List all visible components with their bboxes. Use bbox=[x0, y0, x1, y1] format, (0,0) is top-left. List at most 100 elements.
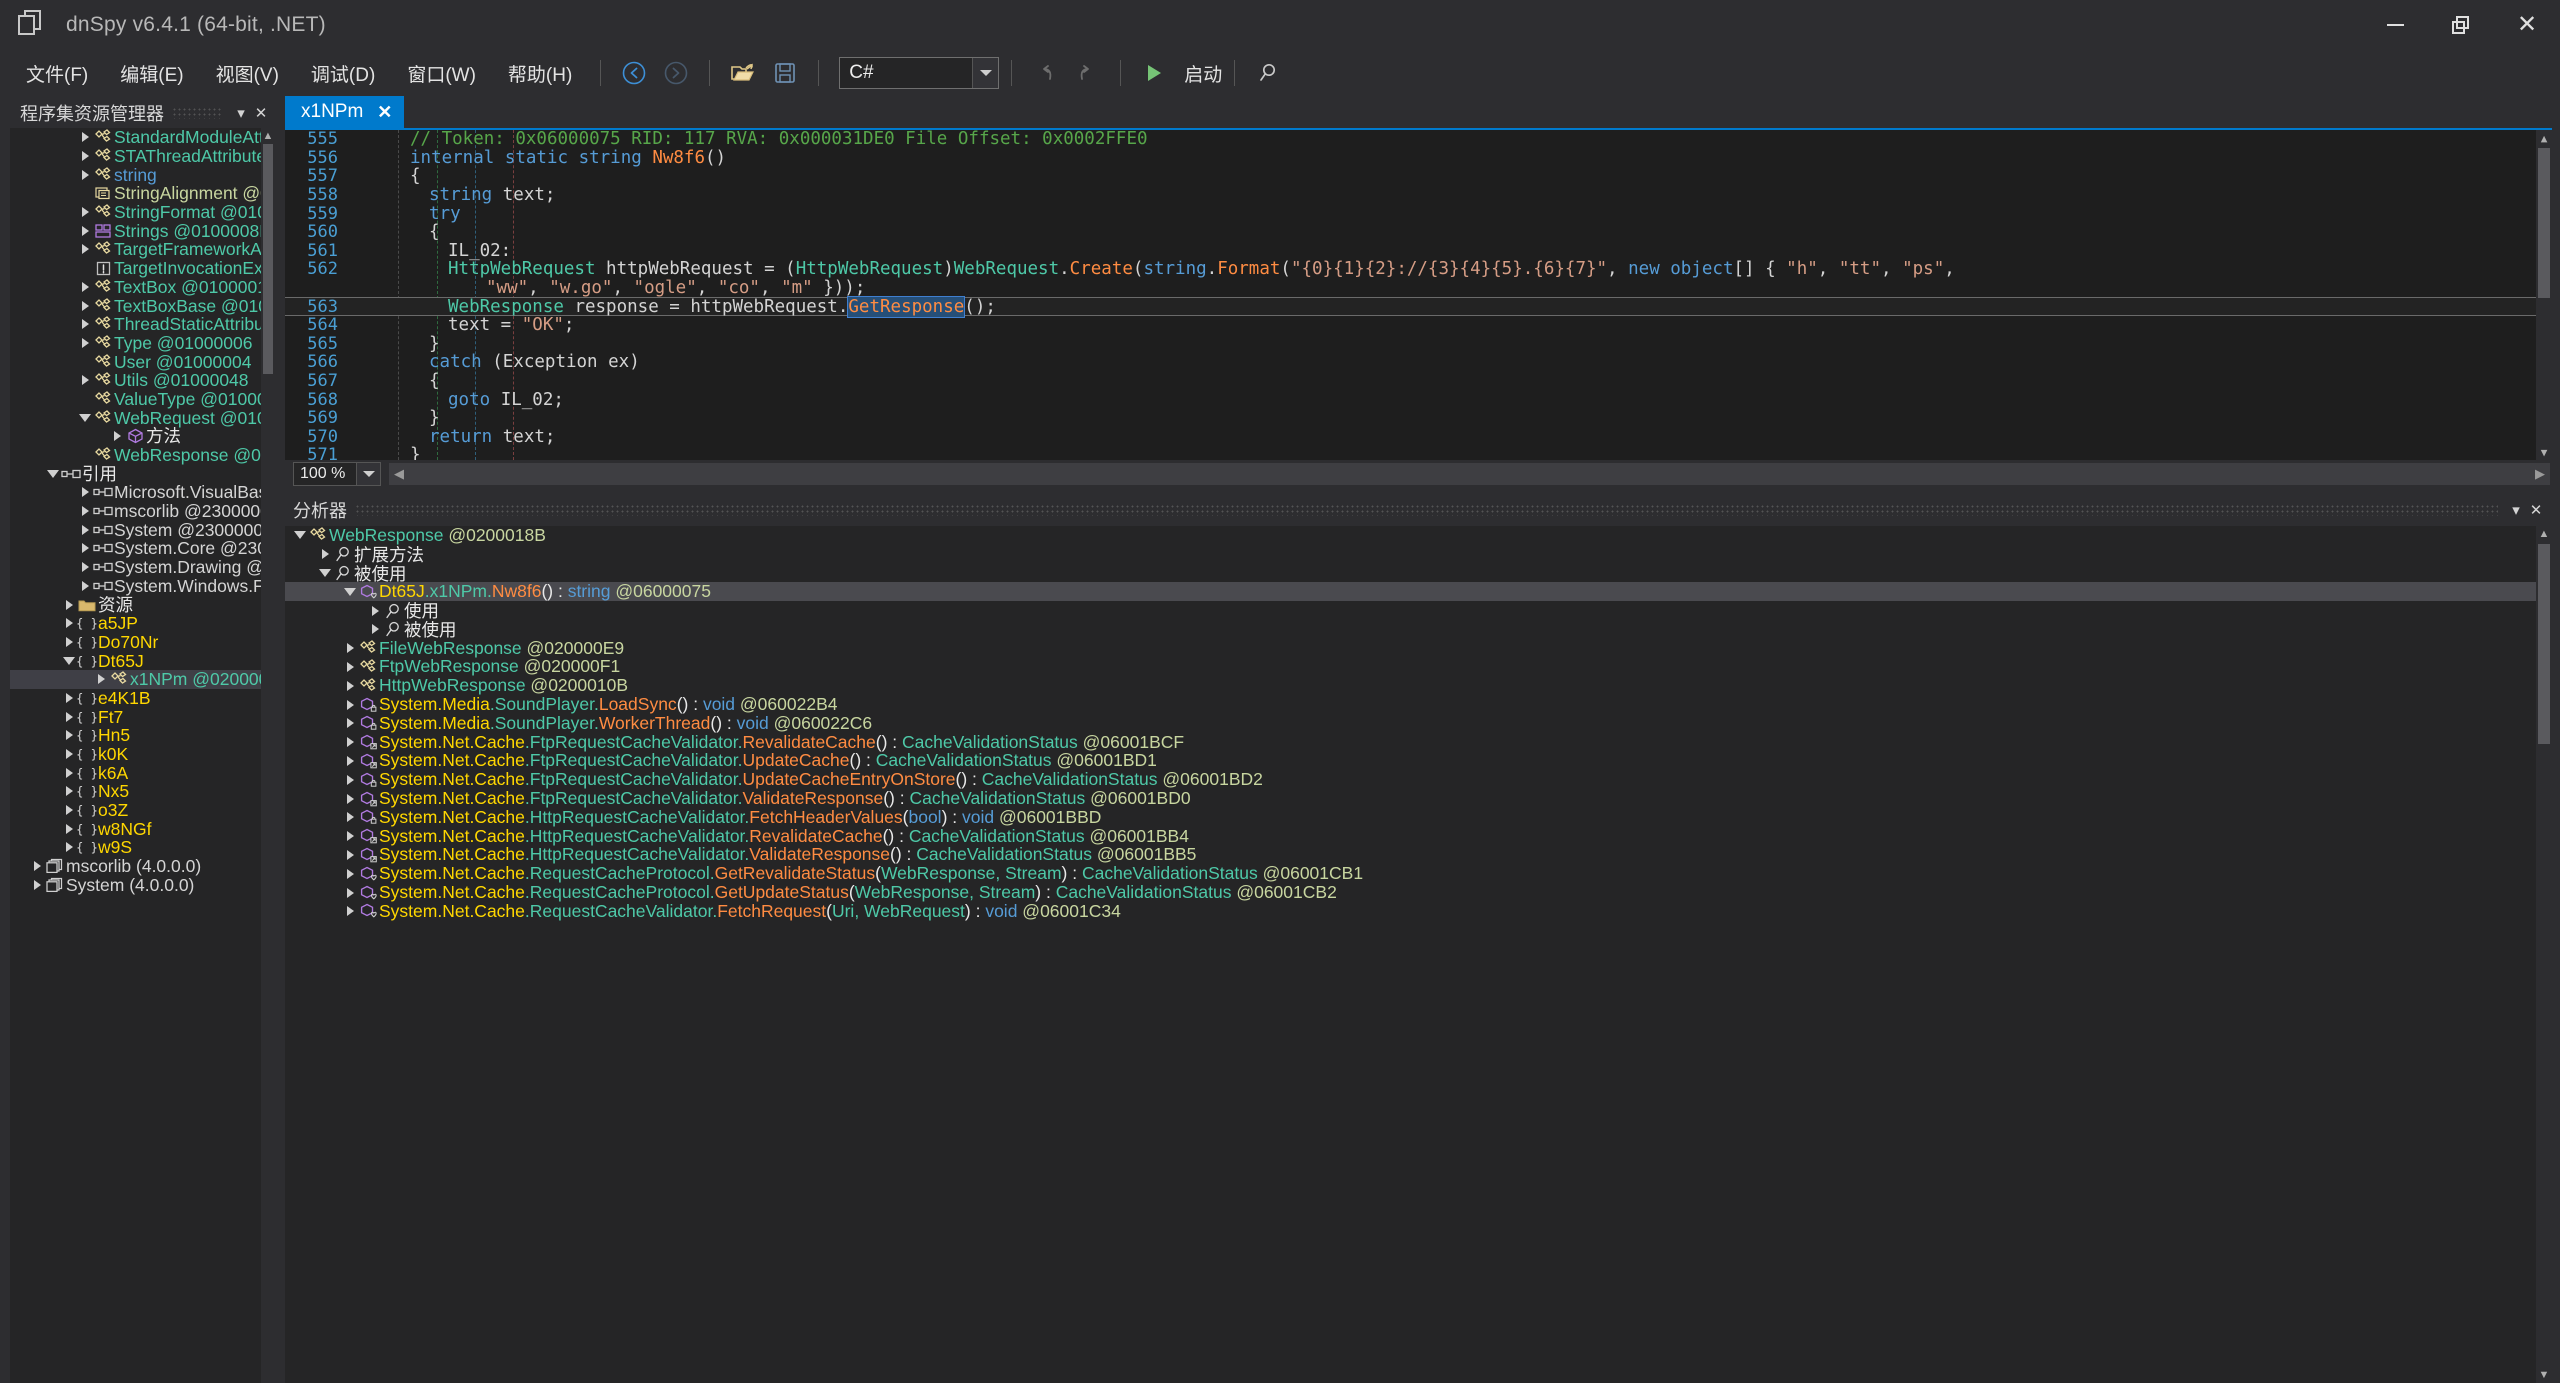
tree-expander-closed[interactable] bbox=[343, 849, 357, 860]
analyzer-tree-item[interactable]: HttpWebResponse @0200010B bbox=[285, 675, 2552, 695]
tree-expander-closed[interactable] bbox=[78, 506, 92, 517]
tree-expander-closed[interactable] bbox=[78, 580, 92, 591]
code-line[interactable]: 568 goto IL_02; bbox=[285, 390, 2552, 410]
assembly-tree-item[interactable]: { } k0K bbox=[10, 745, 275, 764]
assembly-tree-item[interactable]: Type @01000006 bbox=[10, 334, 275, 353]
tree-expander-closed[interactable] bbox=[343, 755, 357, 766]
hscroll-left-arrow[interactable]: ◀ bbox=[389, 464, 409, 484]
assembly-tree-item[interactable]: { } Hn5 bbox=[10, 726, 275, 745]
code-line[interactable]: 560 { bbox=[285, 222, 2552, 242]
code-line[interactable]: 567 { bbox=[285, 371, 2552, 391]
scroll-up-arrow[interactable]: ▲ bbox=[261, 128, 275, 144]
analyzer-tree-item[interactable]: System.Net.Cache.FtpRequestCacheValidato… bbox=[285, 788, 2552, 808]
tree-expander-closed[interactable] bbox=[343, 737, 357, 748]
assembly-explorer-menu-button[interactable]: ▾ bbox=[231, 102, 251, 124]
tab-x1npm[interactable]: x1NPm ✕ bbox=[285, 96, 405, 128]
tree-expander-closed[interactable] bbox=[343, 680, 357, 691]
tree-expander-closed[interactable] bbox=[78, 244, 92, 255]
analyzer-tree-item[interactable]: 被使用 bbox=[285, 620, 2552, 640]
assembly-tree-item[interactable]: mscorlib @23000002 bbox=[10, 502, 275, 521]
analyzer-tree-item[interactable]: System.Net.Cache.RequestCacheProtocol.Ge… bbox=[285, 863, 2552, 883]
tree-expander-open[interactable] bbox=[46, 469, 60, 478]
tree-expander-closed[interactable] bbox=[78, 524, 92, 535]
tree-expander-closed[interactable] bbox=[368, 624, 382, 635]
tree-expander-closed[interactable] bbox=[78, 337, 92, 348]
assembly-tree-item[interactable]: { } k6A bbox=[10, 763, 275, 782]
code-line[interactable]: 570 return text; bbox=[285, 427, 2552, 447]
assembly-tree-item[interactable]: string bbox=[10, 165, 275, 184]
code-line[interactable]: 564 text = "OK"; bbox=[285, 315, 2552, 335]
tree-expander-closed[interactable] bbox=[343, 643, 357, 654]
analyzer-tree-item[interactable]: System.Net.Cache.HttpRequestCacheValidat… bbox=[285, 844, 2552, 864]
analyzer-tree-item[interactable]: System.Media.SoundPlayer.LoadSync() : vo… bbox=[285, 694, 2552, 714]
code-line[interactable]: 559 try bbox=[285, 204, 2552, 224]
assembly-tree-item[interactable]: { } w8NGf bbox=[10, 819, 275, 838]
assembly-tree-item[interactable]: System.Core @2300000 bbox=[10, 539, 275, 558]
tree-expander-closed[interactable] bbox=[62, 767, 76, 778]
analyzer-tree-item[interactable]: System.Media.SoundPlayer.WorkerThread() … bbox=[285, 713, 2552, 733]
code-line[interactable]: 557 { bbox=[285, 166, 2552, 186]
tree-expander-closed[interactable] bbox=[62, 823, 76, 834]
analyzer-tree[interactable]: WebResponse @0200018B 扩展方法 被使用 Dt65J.x1NPm.… bbox=[285, 526, 2552, 1383]
editor-scrollbar[interactable]: ▲ ▼ bbox=[2536, 130, 2552, 460]
language-dropdown-arrow[interactable] bbox=[972, 58, 999, 88]
minimize-button[interactable] bbox=[2362, 0, 2428, 50]
tree-expander-closed[interactable] bbox=[62, 599, 76, 610]
tree-expander-closed[interactable] bbox=[62, 730, 76, 741]
navigate-back-button[interactable] bbox=[617, 56, 651, 90]
assembly-tree-item[interactable]: STAThreadAttribute @0 bbox=[10, 147, 275, 166]
tab-close-icon[interactable]: ✕ bbox=[377, 102, 392, 123]
menu-window[interactable]: 窗口(W) bbox=[391, 55, 492, 92]
code-line[interactable]: 565} bbox=[285, 334, 2552, 354]
assembly-tree-item[interactable]: { } Do70Nr bbox=[10, 633, 275, 652]
editor-scroll-thumb[interactable] bbox=[2538, 148, 2550, 298]
analyzer-scroll-down[interactable]: ▼ bbox=[2536, 1367, 2552, 1383]
assembly-tree-item[interactable]: Utils @01000048 bbox=[10, 371, 275, 390]
analyzer-tree-item[interactable]: System.Net.Cache.FtpRequestCacheValidato… bbox=[285, 769, 2552, 789]
assembly-tree-item[interactable]: { } Dt65J bbox=[10, 651, 275, 670]
analyzer-tree-item[interactable]: 使用 bbox=[285, 601, 2552, 621]
tree-expander-closed[interactable] bbox=[343, 718, 357, 729]
code-line[interactable]: 555 // Token: 0x06000075 RID: 117 RVA: 0x… bbox=[285, 130, 2552, 149]
assembly-tree-item[interactable]: 资源 bbox=[10, 595, 275, 614]
tree-expander-open[interactable] bbox=[78, 413, 92, 422]
tree-expander-closed[interactable] bbox=[62, 711, 76, 722]
tree-expander-closed[interactable] bbox=[343, 887, 357, 898]
assembly-tree-item[interactable]: TextBox @01000010 bbox=[10, 278, 275, 297]
tree-expander-closed[interactable] bbox=[343, 868, 357, 879]
tree-expander-open[interactable] bbox=[62, 656, 76, 665]
tree-expander-closed[interactable] bbox=[343, 906, 357, 917]
assembly-tree-item[interactable]: StringFormat @0100008 bbox=[10, 203, 275, 222]
analyzer-tree-item[interactable]: WebResponse @0200018B bbox=[285, 526, 2552, 545]
assembly-tree-item[interactable]: { } o3Z bbox=[10, 801, 275, 820]
assembly-tree-item[interactable]: WebResponse @010000 bbox=[10, 446, 275, 465]
analyzer-tree-item[interactable]: System.Net.Cache.RequestCacheValidator.F… bbox=[285, 901, 2552, 921]
assembly-tree-item[interactable]: TextBoxBase @0100007 bbox=[10, 296, 275, 315]
tree-expander-closed[interactable] bbox=[78, 562, 92, 573]
tree-expander-closed[interactable] bbox=[78, 151, 92, 162]
tree-expander-closed[interactable] bbox=[318, 549, 332, 560]
menu-file[interactable]: 文件(F) bbox=[10, 55, 104, 92]
code-line[interactable]: 562 HttpWebRequest httpWebRequest = (Http… bbox=[285, 259, 2552, 279]
tree-expander-closed[interactable] bbox=[78, 543, 92, 554]
vertical-splitter[interactable] bbox=[275, 96, 285, 1383]
analyzer-menu-button[interactable]: ▾ bbox=[2506, 499, 2526, 521]
assembly-tree-item[interactable]: ThreadStaticAttribute bbox=[10, 315, 275, 334]
menu-help[interactable]: 帮助(H) bbox=[492, 55, 588, 92]
code-line[interactable]: 561 IL_02: bbox=[285, 241, 2552, 261]
tree-expander-closed[interactable] bbox=[343, 699, 357, 710]
tree-expander-closed[interactable] bbox=[343, 831, 357, 842]
analyzer-tree-item[interactable]: FtpWebResponse @020000F1 bbox=[285, 656, 2552, 676]
tree-expander-closed[interactable] bbox=[62, 636, 76, 647]
assembly-tree-item[interactable]: System.Windows.Forms bbox=[10, 577, 275, 596]
tree-expander-closed[interactable] bbox=[30, 879, 44, 890]
navigate-forward-button[interactable] bbox=[659, 56, 693, 90]
assembly-tree-item[interactable]: TargetFrameworkAttrib bbox=[10, 240, 275, 259]
code-editor[interactable]: 555 // Token: 0x06000075 RID: 117 RVA: 0x… bbox=[285, 130, 2552, 460]
tree-expander-closed[interactable] bbox=[62, 618, 76, 629]
tree-expander-closed[interactable] bbox=[343, 774, 357, 785]
code-line[interactable]: 556 internal static string Nw8f6() bbox=[285, 148, 2552, 168]
maximize-button[interactable] bbox=[2428, 0, 2494, 50]
editor-scroll-up[interactable]: ▲ bbox=[2536, 130, 2552, 146]
assembly-tree[interactable]: StandardModuleAttribuSTAThreadAttribute … bbox=[10, 128, 275, 1383]
